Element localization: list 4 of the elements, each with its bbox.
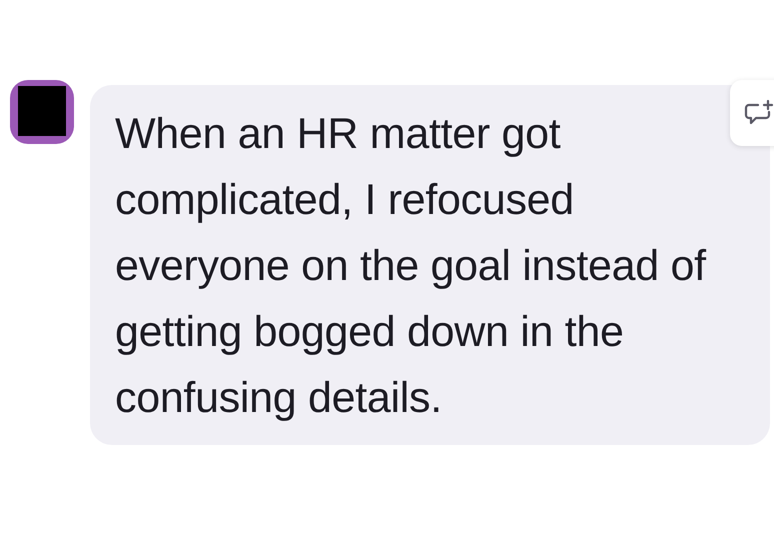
comment-plus-icon	[744, 100, 774, 126]
message-text: When an HR matter got complicated, I refocused everyone on the goal instead of getting bogged down in the confusing details.	[115, 109, 708, 424]
add-reaction-button[interactable]	[730, 80, 774, 146]
avatar	[10, 80, 74, 144]
